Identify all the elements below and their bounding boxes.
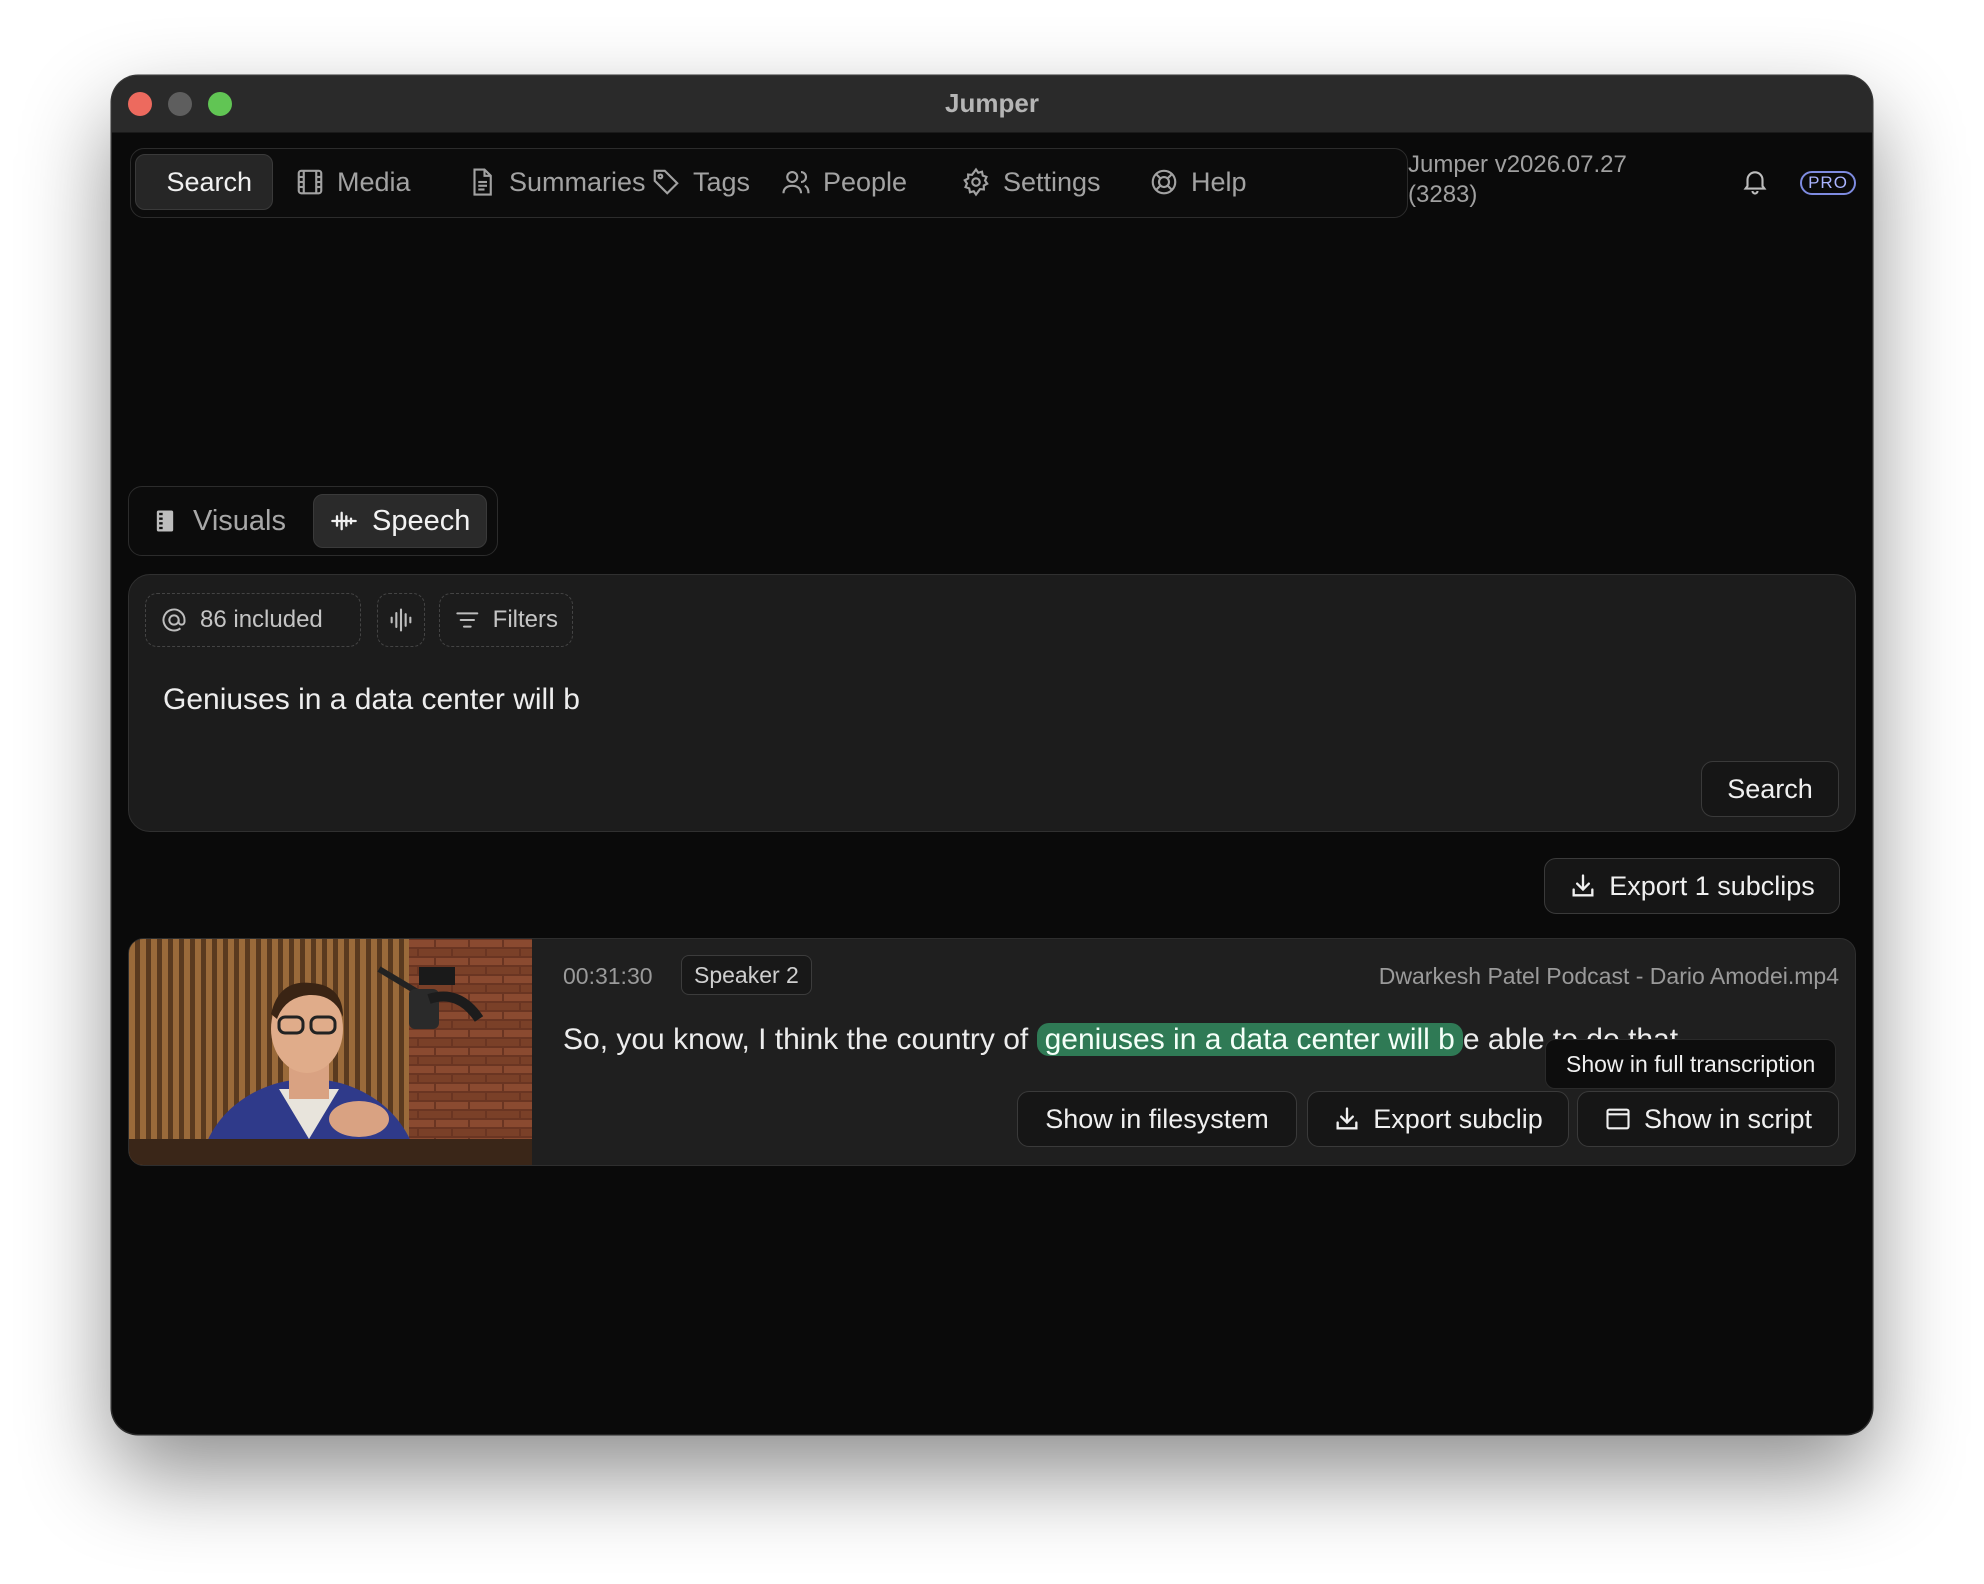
app-window: Jumper Search Media Summaries Tags Peopl… bbox=[112, 76, 1872, 1434]
video-thumbnail[interactable] bbox=[129, 939, 532, 1165]
tag-icon bbox=[653, 169, 679, 195]
result-timestamp[interactable]: 00:31:30 bbox=[563, 963, 653, 990]
nav-tab-media[interactable]: Media bbox=[277, 154, 431, 210]
transcript-before: So, you know, I think the country of bbox=[563, 1023, 1037, 1056]
mode-speech-button[interactable]: Speech bbox=[313, 494, 488, 548]
document-icon bbox=[473, 168, 492, 196]
gear-icon bbox=[963, 167, 989, 197]
mode-label: Visuals bbox=[193, 504, 286, 537]
nav-label: Search bbox=[166, 166, 252, 197]
waveform-icon bbox=[390, 608, 412, 632]
top-nav: Search Media Summaries Tags People Setti… bbox=[130, 148, 1408, 218]
film-strip-icon bbox=[156, 510, 174, 532]
result-filename: Dwarkesh Patel Podcast - Dario Amodei.mp… bbox=[1378, 963, 1839, 989]
audio-wave-icon bbox=[331, 511, 357, 531]
full-transcription-tooltip: Show in full transcription bbox=[1545, 1039, 1837, 1089]
show-in-filesystem-label: Show in filesystem bbox=[1045, 1103, 1269, 1134]
search-button[interactable]: Search bbox=[1701, 761, 1839, 817]
mode-visuals-button[interactable]: Visuals bbox=[135, 494, 302, 548]
download-icon bbox=[1572, 874, 1594, 897]
lifebuoy-icon bbox=[1151, 169, 1177, 195]
mode-label: Speech bbox=[372, 504, 471, 537]
export-subclip-button[interactable]: Export subclip bbox=[1307, 1091, 1569, 1147]
download-icon bbox=[1336, 1107, 1358, 1130]
pro-badge[interactable]: PRO bbox=[1800, 171, 1856, 195]
film-icon bbox=[297, 169, 323, 195]
title-bar: Jumper bbox=[112, 76, 1872, 133]
filters-chip[interactable]: Filters bbox=[439, 593, 573, 647]
window-title: Jumper bbox=[945, 88, 1039, 118]
search-result-card[interactable]: 00:31:30 Speaker 2 Dwarkesh Patel Podcas… bbox=[128, 938, 1856, 1166]
app-version: Jumper v2026.07.27 (3283) bbox=[1408, 150, 1627, 210]
nav-label: Help bbox=[1191, 166, 1247, 197]
version-number: Jumper v2026.07.27 bbox=[1408, 151, 1627, 178]
filter-icon bbox=[456, 612, 479, 628]
nav-tab-people[interactable]: People bbox=[763, 154, 927, 210]
audio-filter-chip[interactable] bbox=[377, 593, 425, 647]
show-in-filesystem-button[interactable]: Show in filesystem bbox=[1017, 1091, 1297, 1147]
search-button-label: Search bbox=[1727, 773, 1813, 804]
nav-tab-search[interactable]: Search bbox=[135, 154, 273, 210]
build-number: (3283) bbox=[1408, 181, 1478, 208]
people-icon bbox=[782, 170, 810, 194]
nav-label: Tags bbox=[693, 166, 751, 197]
nav-tab-settings[interactable]: Settings bbox=[943, 154, 1121, 210]
nav-label: People bbox=[823, 166, 908, 197]
search-mode-toggle: Visuals Speech bbox=[128, 486, 498, 556]
included-count: 86 included bbox=[200, 606, 323, 633]
export-all-label: Export 1 subclips bbox=[1609, 870, 1815, 901]
show-in-script-button[interactable]: Show in script bbox=[1577, 1091, 1839, 1147]
filters-label: Filters bbox=[492, 606, 558, 633]
export-all-subclips-button[interactable]: Export 1 subclips bbox=[1544, 858, 1840, 914]
at-sign-icon bbox=[162, 608, 186, 632]
show-in-script-label: Show in script bbox=[1643, 1103, 1813, 1134]
export-subclip-label: Export subclip bbox=[1373, 1103, 1543, 1134]
search-panel: 86 included Filters Geniuses in a data c… bbox=[128, 574, 1856, 832]
transcript-match-highlight: geniuses in a data center will b bbox=[1036, 1023, 1463, 1056]
search-query-input[interactable]: Geniuses in a data center will b bbox=[163, 683, 580, 717]
nav-label: Settings bbox=[1003, 166, 1101, 197]
nav-tab-tags[interactable]: Tags bbox=[633, 154, 770, 210]
included-media-chip[interactable]: 86 included bbox=[145, 593, 361, 647]
speaker-badge: Speaker 2 bbox=[681, 955, 812, 995]
nav-tab-help[interactable]: Help bbox=[1131, 154, 1267, 210]
script-window-icon bbox=[1606, 1108, 1630, 1130]
nav-label: Media bbox=[337, 166, 411, 197]
bell-icon[interactable] bbox=[1740, 166, 1770, 196]
nav-label: Summaries bbox=[509, 166, 646, 197]
